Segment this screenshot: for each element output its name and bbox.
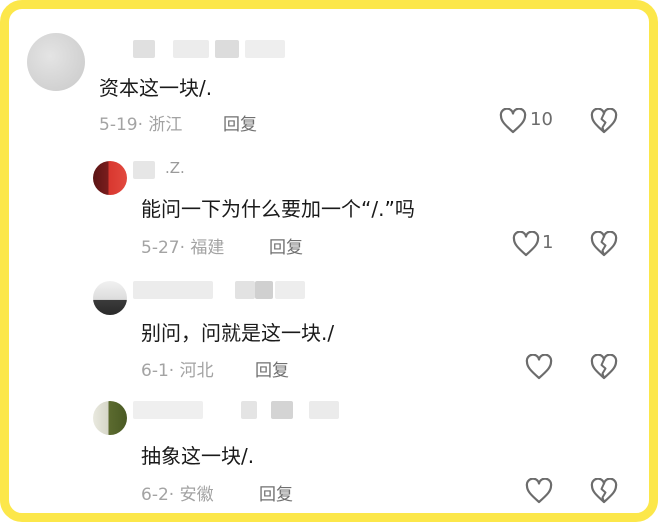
like-count: 10: [530, 109, 553, 130]
comment-meta: 6-1· 河北: [141, 356, 214, 381]
meta-separator: ·: [137, 115, 149, 135]
avatar[interactable]: [93, 401, 127, 435]
comment-text: 能问一下为什么要加一个“/.”吗: [141, 197, 415, 221]
reply-button[interactable]: 回复: [223, 110, 257, 135]
comment-text: 别问，问就是这一块./: [141, 321, 335, 345]
comment-date: 5-27: [141, 238, 180, 258]
comment-text: 资本这一块/.: [99, 76, 213, 100]
comment-text: 抽象这一块/.: [141, 444, 255, 468]
broken-heart-icon[interactable]: [590, 231, 618, 257]
comment-location: 福建: [190, 238, 225, 258]
comment-location: 河北: [179, 361, 214, 381]
redacted-username: [215, 40, 239, 58]
comment-location: 浙江: [148, 115, 183, 135]
like-count: 1: [542, 232, 554, 253]
redacted-username: [133, 281, 213, 299]
heart-outline-icon[interactable]: [525, 354, 553, 380]
avatar[interactable]: [93, 161, 127, 195]
comment-list: 资本这一块/. 5-19· 浙江 回复 10 .Z. 能问一下为什么要加一个“/…: [0, 0, 658, 522]
redacted-username: [309, 401, 339, 419]
meta-separator: ·: [179, 238, 191, 258]
redacted-username: [173, 40, 209, 58]
comment-meta: 5-27· 福建: [141, 233, 224, 258]
redacted-username: [255, 281, 273, 299]
reply-button[interactable]: 回复: [269, 233, 303, 258]
comment-meta: 5-19· 浙江: [99, 110, 182, 135]
comment-meta: 6-2· 安徽: [141, 480, 214, 505]
redacted-username: [245, 40, 285, 58]
avatar[interactable]: [27, 33, 85, 91]
redacted-username: [133, 161, 155, 179]
comment-date: 6-2: [141, 485, 169, 505]
broken-heart-icon[interactable]: [590, 354, 618, 380]
redacted-username: [275, 281, 305, 299]
comment-date: 5-19: [99, 115, 138, 135]
comment-location: 安徽: [179, 485, 214, 505]
redacted-username: [133, 401, 203, 419]
reply-button[interactable]: 回复: [255, 356, 289, 381]
broken-heart-icon[interactable]: [590, 478, 618, 504]
redacted-username: [133, 40, 155, 58]
redacted-username: [235, 281, 255, 299]
meta-separator: ·: [168, 485, 180, 505]
username[interactable]: .Z.: [165, 159, 185, 177]
meta-separator: ·: [168, 361, 180, 381]
reply-button[interactable]: 回复: [259, 480, 293, 505]
redacted-username: [241, 401, 257, 419]
redacted-username: [271, 401, 293, 419]
heart-outline-icon[interactable]: [525, 478, 553, 504]
avatar[interactable]: [93, 281, 127, 315]
heart-outline-icon[interactable]: [512, 231, 540, 257]
heart-outline-icon[interactable]: [499, 108, 527, 134]
broken-heart-icon[interactable]: [590, 108, 618, 134]
comment-date: 6-1: [141, 361, 169, 381]
